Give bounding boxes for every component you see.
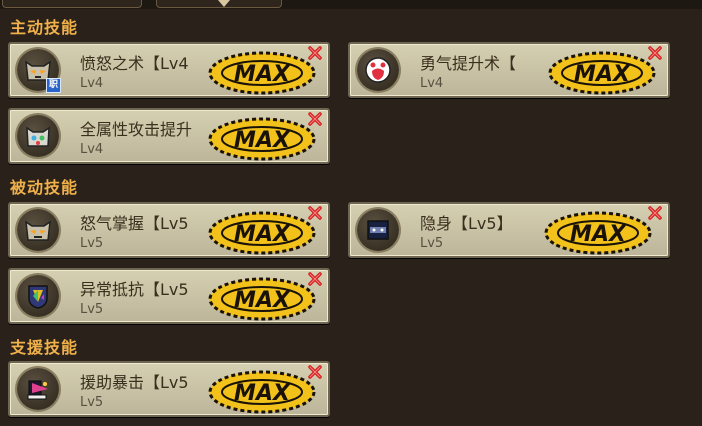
resist-shield-icon	[17, 275, 59, 317]
support-crit-icon	[17, 368, 59, 410]
rage-cat-icon	[17, 209, 59, 251]
close-icon[interactable]	[308, 112, 322, 126]
active-tab-indicator	[218, 0, 230, 7]
skill-name: 勇气提升术【	[420, 54, 517, 73]
stealth-box-icon	[357, 209, 399, 251]
max-label: MAX	[234, 381, 291, 406]
skill-card-3[interactable]: 怒气掌握【Lv5 Lv5 MAX	[8, 202, 330, 258]
job-badge: 职	[46, 78, 61, 93]
skill-name: 愤怒之术【Lv4	[80, 54, 189, 73]
skill-card-6[interactable]: 援助暴击【Lv5 Lv5 MAX	[8, 361, 330, 417]
max-badge: MAX	[208, 211, 316, 255]
section-title-passive: 被动技能	[10, 178, 79, 197]
max-label: MAX	[570, 222, 627, 247]
section-title-active: 主动技能	[10, 18, 79, 37]
close-icon[interactable]	[648, 46, 662, 60]
skill-name: 异常抵抗【Lv5	[80, 280, 189, 299]
max-label: MAX	[574, 62, 631, 87]
section-title-support: 支援技能	[10, 338, 79, 357]
skill-card-0[interactable]: 职 愤怒之术【Lv4 Lv4 MAX	[8, 42, 330, 98]
angry-cat-icon: 职	[17, 49, 61, 93]
max-badge: MAX	[208, 277, 316, 321]
multi-element-cat-icon	[17, 115, 59, 157]
skill-name: 全属性攻击提升	[80, 120, 193, 139]
skill-name: 援助暴击【Lv5	[80, 373, 189, 392]
skill-level: Lv4	[80, 76, 104, 91]
top-tab-bar	[0, 0, 702, 9]
skill-level: Lv5	[80, 302, 104, 317]
skill-card-4[interactable]: 隐身【Lv5】 Lv5 MAX	[348, 202, 670, 258]
close-icon[interactable]	[308, 272, 322, 286]
skill-level: Lv5	[420, 236, 444, 251]
max-label: MAX	[234, 288, 291, 313]
top-tab-left[interactable]	[2, 0, 142, 8]
close-icon[interactable]	[308, 206, 322, 220]
max-label: MAX	[234, 128, 291, 153]
skill-level: Lv4	[420, 76, 444, 91]
skill-level: Lv4	[80, 142, 104, 157]
close-icon[interactable]	[308, 46, 322, 60]
skill-card-1[interactable]: 勇气提升术【 Lv4 MAX	[348, 42, 670, 98]
skill-name: 怒气掌握【Lv5	[80, 214, 189, 233]
max-badge: MAX	[544, 211, 652, 255]
skill-card-5[interactable]: 异常抵抗【Lv5 Lv5 MAX	[8, 268, 330, 324]
skill-level: Lv5	[80, 236, 104, 251]
max-badge: MAX	[208, 117, 316, 161]
max-label: MAX	[234, 62, 291, 87]
skill-level: Lv5	[80, 395, 104, 410]
skill-card-2[interactable]: 全属性攻击提升 Lv4 MAX	[8, 108, 330, 164]
skill-name: 隐身【Lv5】	[420, 214, 513, 233]
max-label: MAX	[234, 222, 291, 247]
heart-paw-icon	[357, 49, 399, 91]
max-badge: MAX	[208, 51, 316, 95]
close-icon[interactable]	[648, 206, 662, 220]
max-badge: MAX	[548, 51, 656, 95]
close-icon[interactable]	[308, 365, 322, 379]
max-badge: MAX	[208, 370, 316, 414]
